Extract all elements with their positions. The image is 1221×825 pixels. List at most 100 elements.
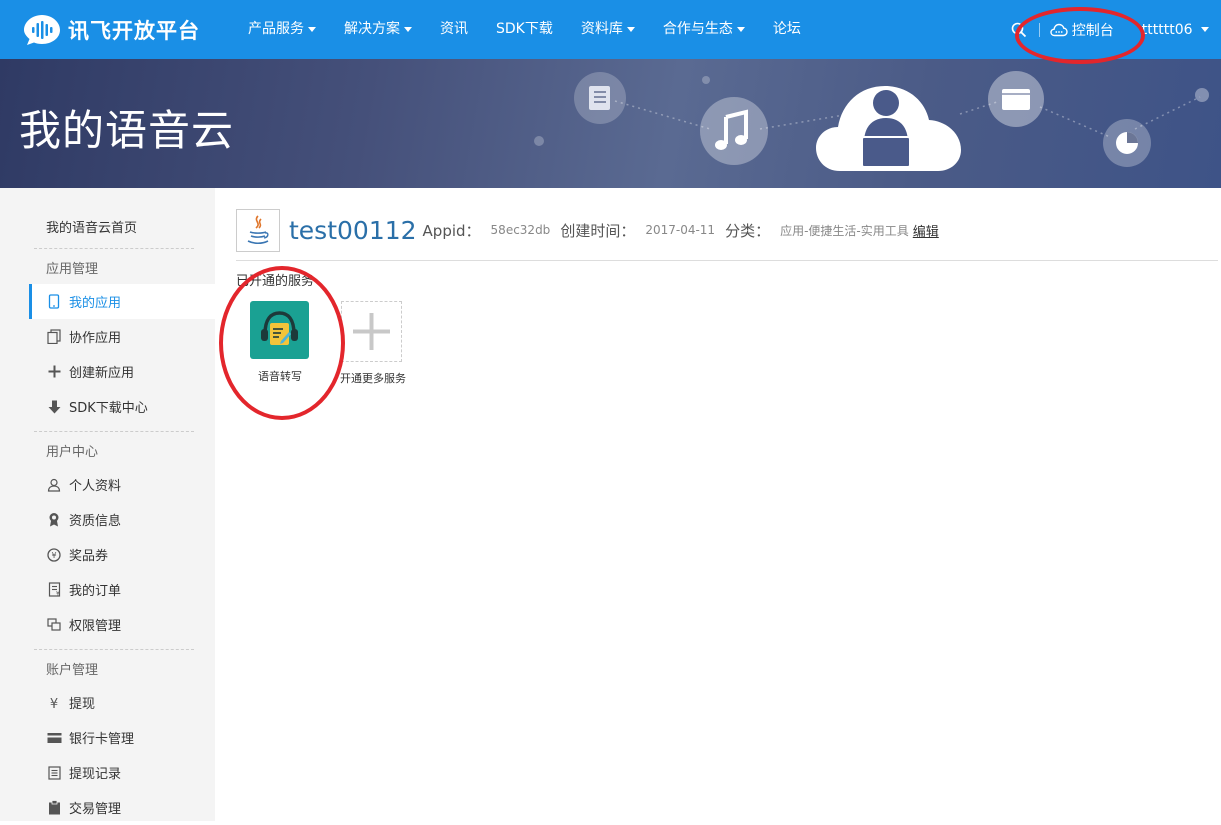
sidebar-item[interactable]: ¥ 奖品券	[29, 537, 215, 572]
sidebar: 我的语音云首页应用管理我的应用协作应用创建新应用 SDK下载中心用户中心个人资料资…	[0, 188, 215, 821]
yen-icon: ¥	[46, 695, 62, 711]
sidebar-item-label: SDK下载中心	[69, 401, 148, 416]
sidebar-item[interactable]: 个人资料	[29, 467, 215, 502]
service-tile-transcription[interactable]	[250, 301, 309, 359]
sidebar-group-title: 账户管理	[46, 663, 99, 678]
add-service-button[interactable]	[341, 301, 402, 362]
sidebar-item-label: 创建新应用	[69, 366, 135, 381]
permission-icon	[46, 617, 62, 633]
appid-value: 58ec32db	[490, 223, 551, 237]
transcription-icon	[261, 311, 298, 345]
top-navbar: 讯飞开放平台 产品服务 解决方案 资讯 SDK下载 资料库 合作与生态 论坛 控制台 ttt…	[0, 0, 1221, 59]
console-label: 控制台	[1071, 22, 1114, 39]
sidebar-home-link[interactable]: 我的语音云首页	[46, 217, 137, 236]
user-menu[interactable]: tttttt06	[1142, 22, 1209, 38]
sidebar-item-label: 权限管理	[69, 619, 122, 634]
sidebar-divider	[34, 649, 194, 650]
app-icon	[236, 208, 280, 252]
chevron-down-icon	[1201, 27, 1209, 32]
sidebar-item-label: 提现	[69, 697, 96, 712]
sidebar-item-label: 资质信息	[69, 514, 122, 529]
created-value: 2017-04-11	[645, 223, 716, 237]
sidebar-item[interactable]: 银行卡管理	[29, 720, 215, 755]
nav-item-label: 论坛	[772, 21, 801, 37]
svg-text:¥: ¥	[56, 591, 60, 598]
sidebar-item[interactable]: 创建新应用	[29, 354, 215, 389]
sidebar-item-label: 协作应用	[69, 331, 122, 346]
sidebar-item-label: 银行卡管理	[69, 732, 135, 747]
plus-icon	[46, 364, 62, 380]
nav-item-3[interactable]: SDK下载	[482, 0, 567, 59]
chevron-down-icon	[736, 26, 745, 32]
header-divider	[236, 260, 1218, 261]
nav-item-4[interactable]: 资料库	[567, 0, 649, 59]
nav-item-label: 资料库	[580, 21, 623, 37]
main-nav: 产品服务 解决方案 资讯 SDK下载 资料库 合作与生态 论坛	[234, 0, 815, 59]
sidebar-item[interactable]: 权限管理	[29, 607, 215, 642]
category-label: 分类：	[725, 221, 771, 240]
nav-item-label: SDK下载	[496, 21, 553, 37]
nav-item-label: 解决方案	[344, 21, 400, 37]
sidebar-item-label: 奖品券	[69, 549, 109, 564]
list-icon	[46, 765, 62, 781]
nav-item-6[interactable]: 论坛	[759, 0, 815, 59]
sidebar-item[interactable]: ¥ 我的订单	[29, 572, 215, 607]
sidebar-item[interactable]: SDK下载中心	[29, 389, 215, 424]
app-name: test00112	[289, 215, 417, 245]
user-icon	[46, 477, 62, 493]
sidebar-item[interactable]: 提现记录	[29, 755, 215, 790]
nav-item-label: 资讯	[440, 21, 468, 37]
plus-icon	[353, 313, 390, 350]
nav-item-0[interactable]: 产品服务	[234, 0, 330, 59]
order-icon: ¥	[46, 582, 62, 598]
search-icon[interactable]	[1011, 22, 1027, 38]
download-icon	[46, 399, 62, 415]
sidebar-item-label: 个人资料	[69, 479, 122, 494]
edit-link[interactable]: 编辑	[913, 221, 939, 240]
chevron-down-icon	[308, 26, 316, 32]
nav-divider	[1038, 22, 1040, 37]
sidebar-item[interactable]: 我的应用	[29, 284, 215, 319]
sidebar-item[interactable]: 资质信息	[29, 502, 215, 537]
banner-title: 我的语音云	[19, 106, 235, 155]
nav-item-5[interactable]: 合作与生态	[649, 0, 759, 59]
services-section-title: 已开通的服务	[236, 274, 315, 289]
sidebar-divider	[34, 248, 194, 249]
nav-item-2[interactable]: 资讯	[426, 0, 482, 59]
logo-text: 讯飞开放平台	[68, 19, 200, 43]
sidebar-item[interactable]: 协作应用	[29, 319, 215, 354]
service-tile-label: 语音转写	[258, 370, 302, 383]
sidebar-group-title: 应用管理	[46, 262, 99, 277]
appid-label: Appid：	[422, 221, 481, 240]
logo[interactable]: 讯飞开放平台	[22, 13, 200, 47]
coupon-icon: ¥	[46, 547, 62, 563]
nav-item-label: 合作与生态	[662, 21, 733, 37]
java-icon	[247, 215, 269, 245]
svg-text:¥: ¥	[50, 697, 58, 710]
app-header: test00112 Appid： 58ec32db 创建时间： 2017-04-…	[236, 208, 939, 252]
sidebar-item-label: 提现记录	[69, 767, 122, 782]
logo-icon	[22, 13, 62, 47]
nav-item-label: 产品服务	[248, 21, 304, 37]
copy-icon	[46, 329, 62, 345]
username: tttttt06	[1141, 21, 1193, 38]
banner-cloud-illustration	[534, 71, 1209, 171]
sidebar-item[interactable]: ¥ 提现	[29, 685, 215, 720]
sidebar-item-label: 交易管理	[69, 802, 122, 817]
console-link[interactable]: 控制台	[1050, 20, 1114, 40]
cloud-icon	[1050, 23, 1068, 36]
sidebar-item[interactable]: 交易管理	[29, 790, 215, 825]
chevron-down-icon	[626, 26, 635, 32]
created-label: 创建时间：	[560, 221, 636, 240]
svg-text:¥: ¥	[51, 551, 56, 560]
add-service-label: 开通更多服务	[340, 372, 406, 385]
page-banner: 我的语音云	[0, 59, 1221, 188]
sidebar-item-label: 我的应用	[69, 296, 122, 311]
award-icon	[46, 512, 62, 528]
nav-item-1[interactable]: 解决方案	[330, 0, 426, 59]
sidebar-item-label: 我的订单	[69, 584, 122, 599]
sidebar-group-title: 用户中心	[46, 445, 99, 460]
card-icon	[46, 730, 62, 746]
clipboard-icon	[46, 800, 62, 816]
chevron-down-icon	[404, 26, 412, 32]
